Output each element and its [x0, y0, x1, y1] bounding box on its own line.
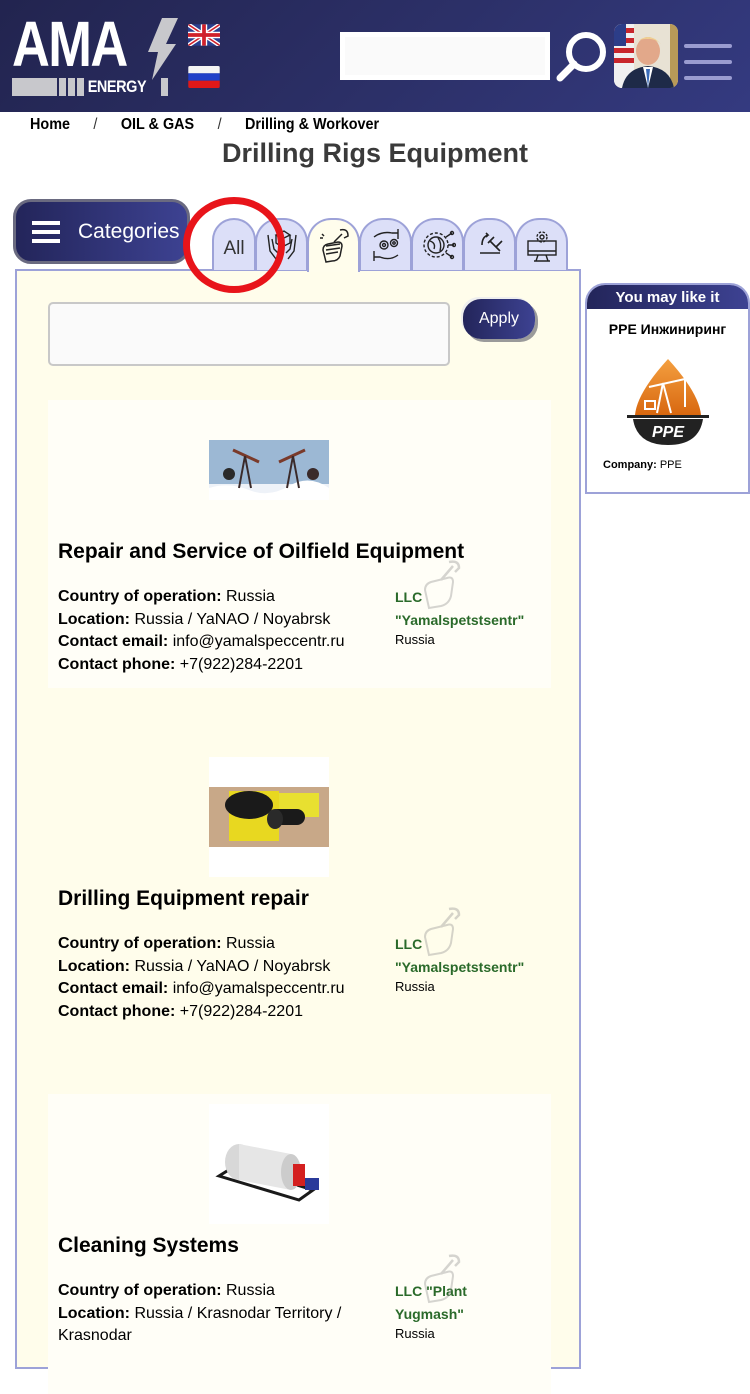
company-link[interactable]: LLC "Plant Yugmash" [395, 1280, 545, 1326]
tab-all[interactable]: All [212, 218, 256, 270]
recommendation-heading: You may like it [587, 285, 748, 309]
monitor-gear-icon [526, 231, 557, 262]
tab-hands-box[interactable] [255, 218, 308, 270]
listing-card[interactable]: Cleaning Systems Country of operation: R… [48, 1094, 551, 1394]
russia-flag-icon[interactable] [188, 66, 220, 88]
categories-button[interactable]: Categories [13, 199, 190, 264]
hammer-icon [479, 232, 503, 254]
breadcrumb-drilling-workover[interactable]: Drilling & Workover [245, 116, 379, 134]
hamburger-icon-line [684, 76, 732, 80]
listings-panel: Apply Repair and Service of Oilfield Equ… [15, 269, 581, 1394]
tab-gear-globe[interactable] [411, 218, 464, 270]
drilling-equipment-image[interactable] [209, 757, 329, 877]
hand-wrench-icon [319, 228, 349, 263]
main-menu-button[interactable] [684, 44, 732, 84]
search-icon [556, 32, 606, 82]
recommended-company-title[interactable]: PPE Инжиниринг [587, 321, 748, 337]
company-info: LLC "Yamalspetstsentr" Russia [395, 907, 545, 994]
breadcrumb-separator: / [93, 116, 98, 133]
categories-label: Categories [78, 219, 180, 243]
hand-wrench-watermark-icon [423, 907, 461, 957]
company-link[interactable]: LLC "Yamalspetstsentr" [395, 933, 545, 979]
recommended-company: Company: PPE [603, 459, 682, 471]
listing-details: Country of operation: Russia Location: R… [58, 586, 388, 677]
breadcrumb: Home / OIL & GAS / Drilling & Workover [30, 116, 379, 134]
contact-email: Contact email: info@yamalspeccentr.ru [58, 980, 345, 998]
search-input[interactable] [345, 37, 545, 75]
user-avatar[interactable] [614, 24, 678, 88]
listing-card[interactable]: Repair and Service of Oilfield Equipment… [48, 400, 551, 688]
country-of-operation: Country of operation: Russia [58, 935, 275, 952]
recommendation-card[interactable]: You may like it PPE Инжиниринг PPE Compa… [585, 283, 750, 494]
hamburger-icon-line [684, 60, 732, 64]
listing-title[interactable]: Repair and Service of Oilfield Equipment [58, 540, 464, 564]
hand-wrench-watermark-icon [423, 560, 461, 610]
listing-title[interactable]: Cleaning Systems [58, 1234, 239, 1258]
ppe-logo-text: PPE [652, 424, 685, 441]
uk-flag-icon[interactable] [188, 24, 220, 46]
page-title: Drilling Rigs Equipment [221, 138, 528, 168]
search-field[interactable] [340, 32, 550, 80]
site-header: AMA ENERGY [0, 0, 750, 112]
company-info: LLC "Plant Yugmash" Russia [395, 1254, 545, 1341]
logo-text: AMA [12, 8, 128, 80]
category-tabs: All [212, 218, 568, 272]
listing-card[interactable]: Drilling Equipment repair Country of ope… [48, 747, 551, 1035]
filter-input[interactable] [48, 302, 450, 366]
tab-hands-gears[interactable] [359, 218, 412, 270]
location: Location: Russia / YaNAO / Noyabrsk [58, 610, 331, 628]
hands-box-icon [266, 230, 297, 260]
apply-button[interactable]: Apply [463, 299, 535, 339]
tab-hammer[interactable] [463, 218, 516, 270]
company-country: Russia [395, 632, 435, 647]
ama-energy-logo[interactable]: AMA ENERGY [12, 12, 178, 98]
ppe-logo[interactable]: PPE [627, 357, 709, 447]
gear-globe-icon [422, 230, 456, 260]
breadcrumb-oil-gas[interactable]: OIL & GAS [121, 116, 194, 134]
company-info: LLC "Yamalspetstsentr" Russia [395, 560, 545, 647]
oil-pumpjacks-image[interactable] [209, 440, 329, 500]
tab-hand-wrench[interactable] [307, 218, 360, 272]
lightning-bolt-icon [148, 18, 178, 80]
logo-subtext: ENERGY [87, 77, 147, 96]
contact-phone: Contact phone: +7(922)284-2201 [58, 656, 303, 674]
cleaning-system-tank-image[interactable] [209, 1104, 329, 1224]
hands-gears-icon [372, 229, 399, 261]
hand-wrench-watermark-icon [423, 1254, 461, 1304]
contact-email: Contact email: info@yamalspeccentr.ru [58, 633, 345, 651]
listing-title[interactable]: Drilling Equipment repair [58, 887, 309, 911]
listing-details: Country of operation: Russia Location: R… [58, 1280, 388, 1348]
location: Location: Russia / Krasnodar Territory /… [58, 1304, 342, 1345]
location: Location: Russia / YaNAO / Noyabrsk [58, 957, 331, 975]
company-country: Russia [395, 979, 435, 994]
breadcrumb-home[interactable]: Home [30, 116, 70, 134]
contact-phone: Contact phone: +7(922)284-2201 [58, 1003, 303, 1021]
country-of-operation: Country of operation: Russia [58, 1282, 275, 1299]
hamburger-icon [32, 216, 60, 248]
company-link[interactable]: LLC "Yamalspetstsentr" [395, 586, 545, 632]
listing-details: Country of operation: Russia Location: R… [58, 933, 388, 1024]
hamburger-icon-line [684, 44, 732, 48]
breadcrumb-separator: / [217, 116, 222, 133]
tab-monitor-gear[interactable] [515, 218, 568, 270]
logo-bar: ENERGY [12, 78, 168, 96]
search-button[interactable] [552, 26, 612, 86]
country-of-operation: Country of operation: Russia [58, 588, 275, 605]
